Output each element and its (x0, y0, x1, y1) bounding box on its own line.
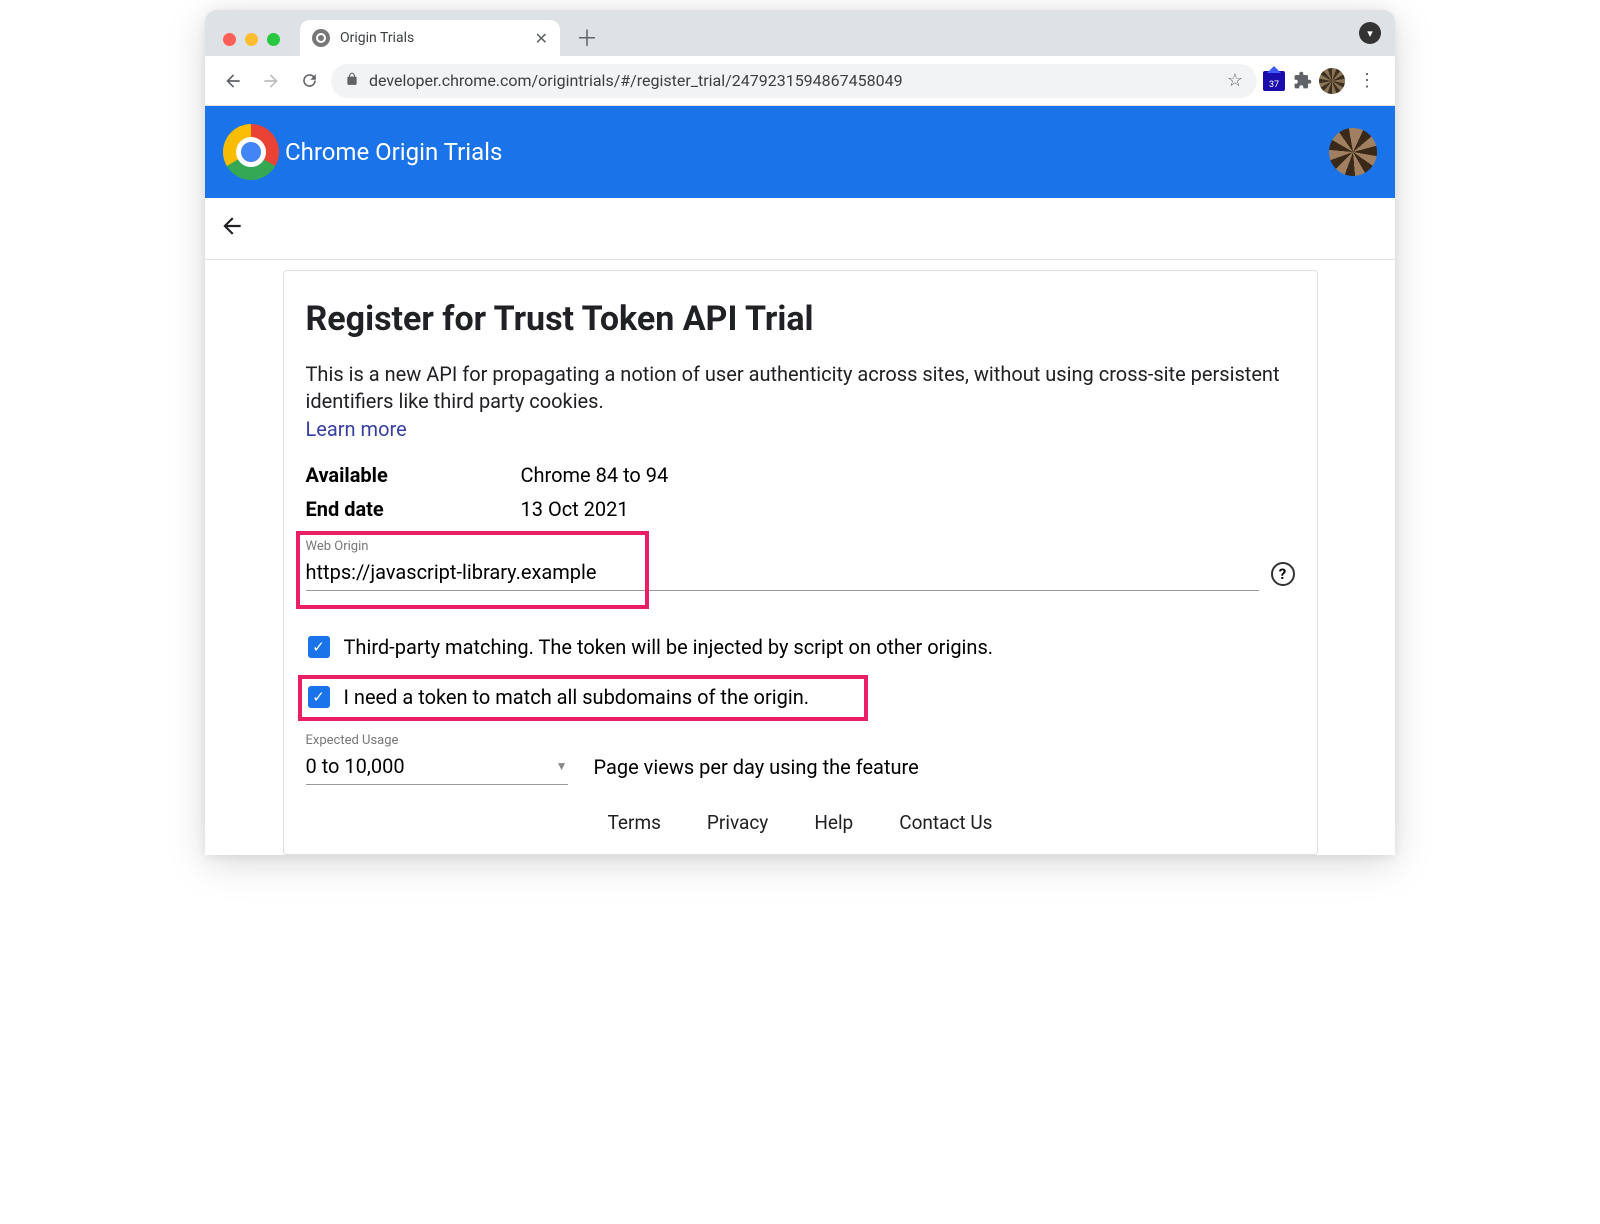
available-label: Available (306, 463, 521, 487)
arrow-left-icon (223, 71, 243, 91)
forward-button[interactable] (255, 65, 287, 97)
browser-toolbar: developer.chrome.com/origintrials/#/regi… (205, 56, 1395, 106)
subdomain-option[interactable]: ✓ I need a token to match all subdomains… (306, 679, 1295, 715)
expected-usage-label: Expected Usage (306, 733, 568, 748)
checkbox-checked-icon[interactable]: ✓ (308, 636, 330, 658)
end-date-label: End date (306, 497, 521, 521)
minimize-window-icon[interactable] (245, 33, 258, 46)
third-party-option[interactable]: ✓ Third-party matching. The token will b… (306, 629, 1295, 665)
star-icon[interactable]: ☆ (1227, 70, 1243, 91)
new-tab-button[interactable]: ＋ (572, 22, 602, 52)
extension-badge[interactable]: 37 (1263, 70, 1285, 92)
globe-icon (312, 29, 330, 47)
maximize-window-icon[interactable] (267, 33, 280, 46)
expected-usage-select[interactable]: 0 to 10,000 ▼ (306, 750, 568, 785)
header-title: Chrome Origin Trials (285, 138, 502, 166)
profile-avatar[interactable] (1319, 68, 1345, 94)
url-text: developer.chrome.com/origintrials/#/regi… (369, 71, 903, 90)
browser-tab[interactable]: Origin Trials ✕ (300, 20, 560, 56)
tab-title: Origin Trials (340, 30, 414, 46)
chrome-logo-icon (223, 124, 279, 180)
web-origin-label: Web Origin (306, 539, 1295, 554)
help-icon[interactable]: ? (1271, 562, 1295, 586)
chevron-down-icon: ▼ (556, 759, 568, 773)
extensions-icon[interactable] (1291, 70, 1313, 92)
available-value: Chrome 84 to 94 (521, 463, 669, 487)
available-row: Available Chrome 84 to 94 (306, 463, 1295, 487)
contact-link[interactable]: Contact Us (899, 811, 992, 834)
tab-strip: Origin Trials ✕ ＋ ▾ (205, 10, 1395, 56)
web-origin-field: Web Origin ? (306, 539, 1295, 591)
reload-button[interactable] (293, 65, 325, 97)
card-title: Register for Trust Token API Trial (306, 299, 1295, 339)
browser-window: Origin Trials ✕ ＋ ▾ developer.chrome.com… (205, 10, 1395, 855)
card-description: This is a new API for propagating a noti… (306, 361, 1295, 415)
third-party-label: Third-party matching. The token will be … (344, 635, 994, 659)
user-avatar[interactable] (1329, 128, 1377, 176)
web-origin-input[interactable] (306, 556, 1259, 591)
arrow-left-icon (219, 213, 245, 239)
close-window-icon[interactable] (223, 33, 236, 46)
subdomain-label: I need a token to match all subdomains o… (344, 685, 810, 709)
arrow-right-icon (261, 71, 281, 91)
tab-overflow-icon[interactable]: ▾ (1359, 22, 1381, 44)
learn-more-link[interactable]: Learn more (306, 417, 1295, 441)
footer-links: Terms Privacy Help Contact Us (306, 811, 1295, 834)
help-link[interactable]: Help (814, 811, 853, 834)
page-back-button[interactable] (219, 213, 245, 245)
terms-link[interactable]: Terms (608, 811, 661, 834)
end-date-value: 13 Oct 2021 (521, 497, 629, 521)
window-controls (217, 33, 290, 56)
registration-card: Register for Trust Token API Trial This … (283, 270, 1318, 855)
back-bar (205, 198, 1395, 260)
checkbox-checked-icon[interactable]: ✓ (308, 686, 330, 708)
expected-usage-description: Page views per day using the feature (594, 755, 919, 785)
reload-icon (300, 71, 319, 90)
browser-menu-icon[interactable]: ⋮ (1351, 65, 1383, 97)
end-date-row: End date 13 Oct 2021 (306, 497, 1295, 521)
expected-usage-value: 0 to 10,000 (306, 754, 405, 778)
privacy-link[interactable]: Privacy (707, 811, 768, 834)
close-tab-icon[interactable]: ✕ (535, 29, 548, 48)
address-bar[interactable]: developer.chrome.com/origintrials/#/regi… (331, 64, 1257, 98)
lock-icon (345, 72, 359, 90)
page-header: Chrome Origin Trials (205, 106, 1395, 198)
options-block: ✓ Third-party matching. The token will b… (306, 629, 1295, 715)
back-button[interactable] (217, 65, 249, 97)
expected-usage-field: Expected Usage 0 to 10,000 ▼ Page views … (306, 733, 1295, 785)
